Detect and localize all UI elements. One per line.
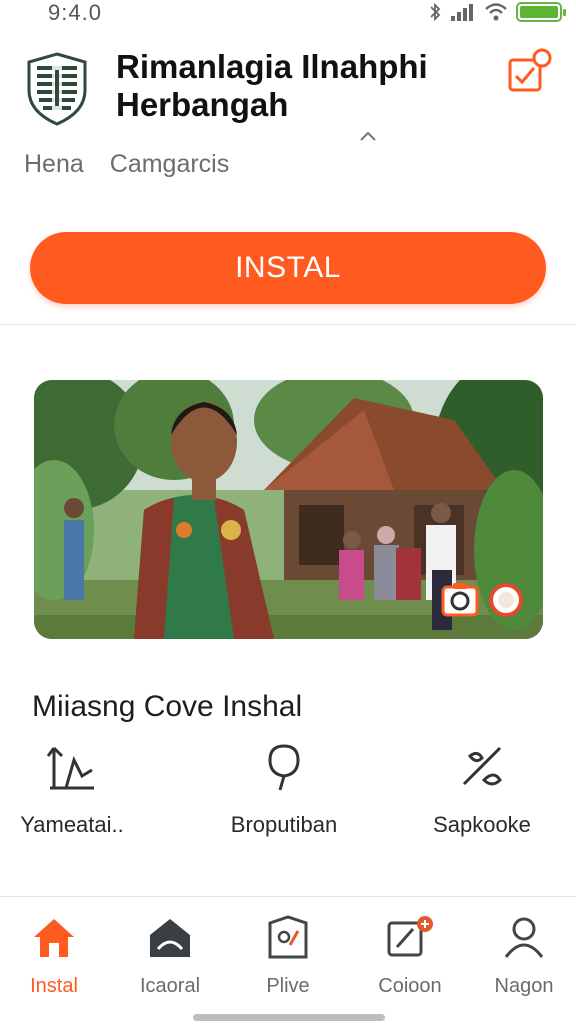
map-icon [268, 915, 308, 959]
bluetooth-icon [430, 2, 441, 22]
status-bar: 9:4.0 [0, 0, 576, 26]
edit-icon [462, 746, 502, 786]
tab-hena[interactable]: Hena [24, 150, 84, 179]
feature-item[interactable]: Sapkooke [392, 730, 572, 838]
wifi-icon [485, 3, 507, 21]
checklist-notification-button[interactable] [504, 48, 554, 98]
compose-icon [387, 916, 433, 957]
nav-item-plive[interactable]: Plive [236, 915, 340, 998]
camera-icon[interactable] [441, 581, 479, 617]
app-title: Rimanlagia Ilnahphi Herbangah [116, 48, 428, 123]
nav-item-icaoral[interactable]: Icaoral [118, 915, 222, 998]
nav-label: Instal [30, 975, 78, 997]
nav-label: Icaoral [139, 975, 201, 997]
feature-label: Sapkooke [433, 812, 531, 837]
record-icon[interactable] [487, 581, 525, 619]
house-icon [150, 919, 190, 957]
tab-bar: Hena Camgarcis [24, 150, 229, 179]
section-title: Miiasng Cove Inshal [32, 690, 303, 723]
divider [0, 324, 576, 325]
feature-label: Yameatai.. [20, 812, 124, 837]
status-time: 9:4.0 [48, 0, 102, 25]
nav-item-nagon[interactable]: Nagon [472, 915, 576, 998]
chevron-up-icon[interactable] [358, 128, 378, 144]
feature-label: Broputiban [230, 812, 338, 837]
bottom-nav: Instal Icaoral Plive Coioon Nagon [0, 896, 576, 1024]
hero-badges [441, 581, 525, 619]
profile-icon [504, 917, 544, 958]
tab-camgarcis[interactable]: Camgarcis [110, 150, 229, 179]
home-indicator[interactable] [193, 1014, 385, 1021]
signal-icon [451, 4, 473, 21]
app-header: Rimanlagia Ilnahphi Herbangah [0, 40, 576, 140]
chart-icon [46, 746, 94, 790]
home-icon [34, 919, 74, 957]
install-button[interactable]: INSTAL [30, 232, 546, 304]
feature-row: Yameatai.. Broputiban Sapkooke [0, 730, 576, 840]
hero-image[interactable] [34, 380, 543, 639]
nav-item-instal[interactable]: Instal [2, 915, 106, 998]
feature-item[interactable]: Broputiban [194, 730, 374, 838]
feature-item[interactable]: Yameatai.. [0, 730, 162, 838]
status-icons [428, 2, 566, 22]
checklist-notification-icon [508, 48, 552, 92]
nav-label: Coioon [378, 975, 442, 997]
nav-label: Nagon [494, 975, 554, 997]
battery-icon [516, 2, 566, 22]
shield-logo-icon [27, 52, 87, 126]
tree-icon [268, 744, 300, 791]
nav-item-coioon[interactable]: Coioon [358, 915, 462, 998]
battery-level [520, 6, 558, 18]
nav-label: Plive [266, 975, 310, 997]
